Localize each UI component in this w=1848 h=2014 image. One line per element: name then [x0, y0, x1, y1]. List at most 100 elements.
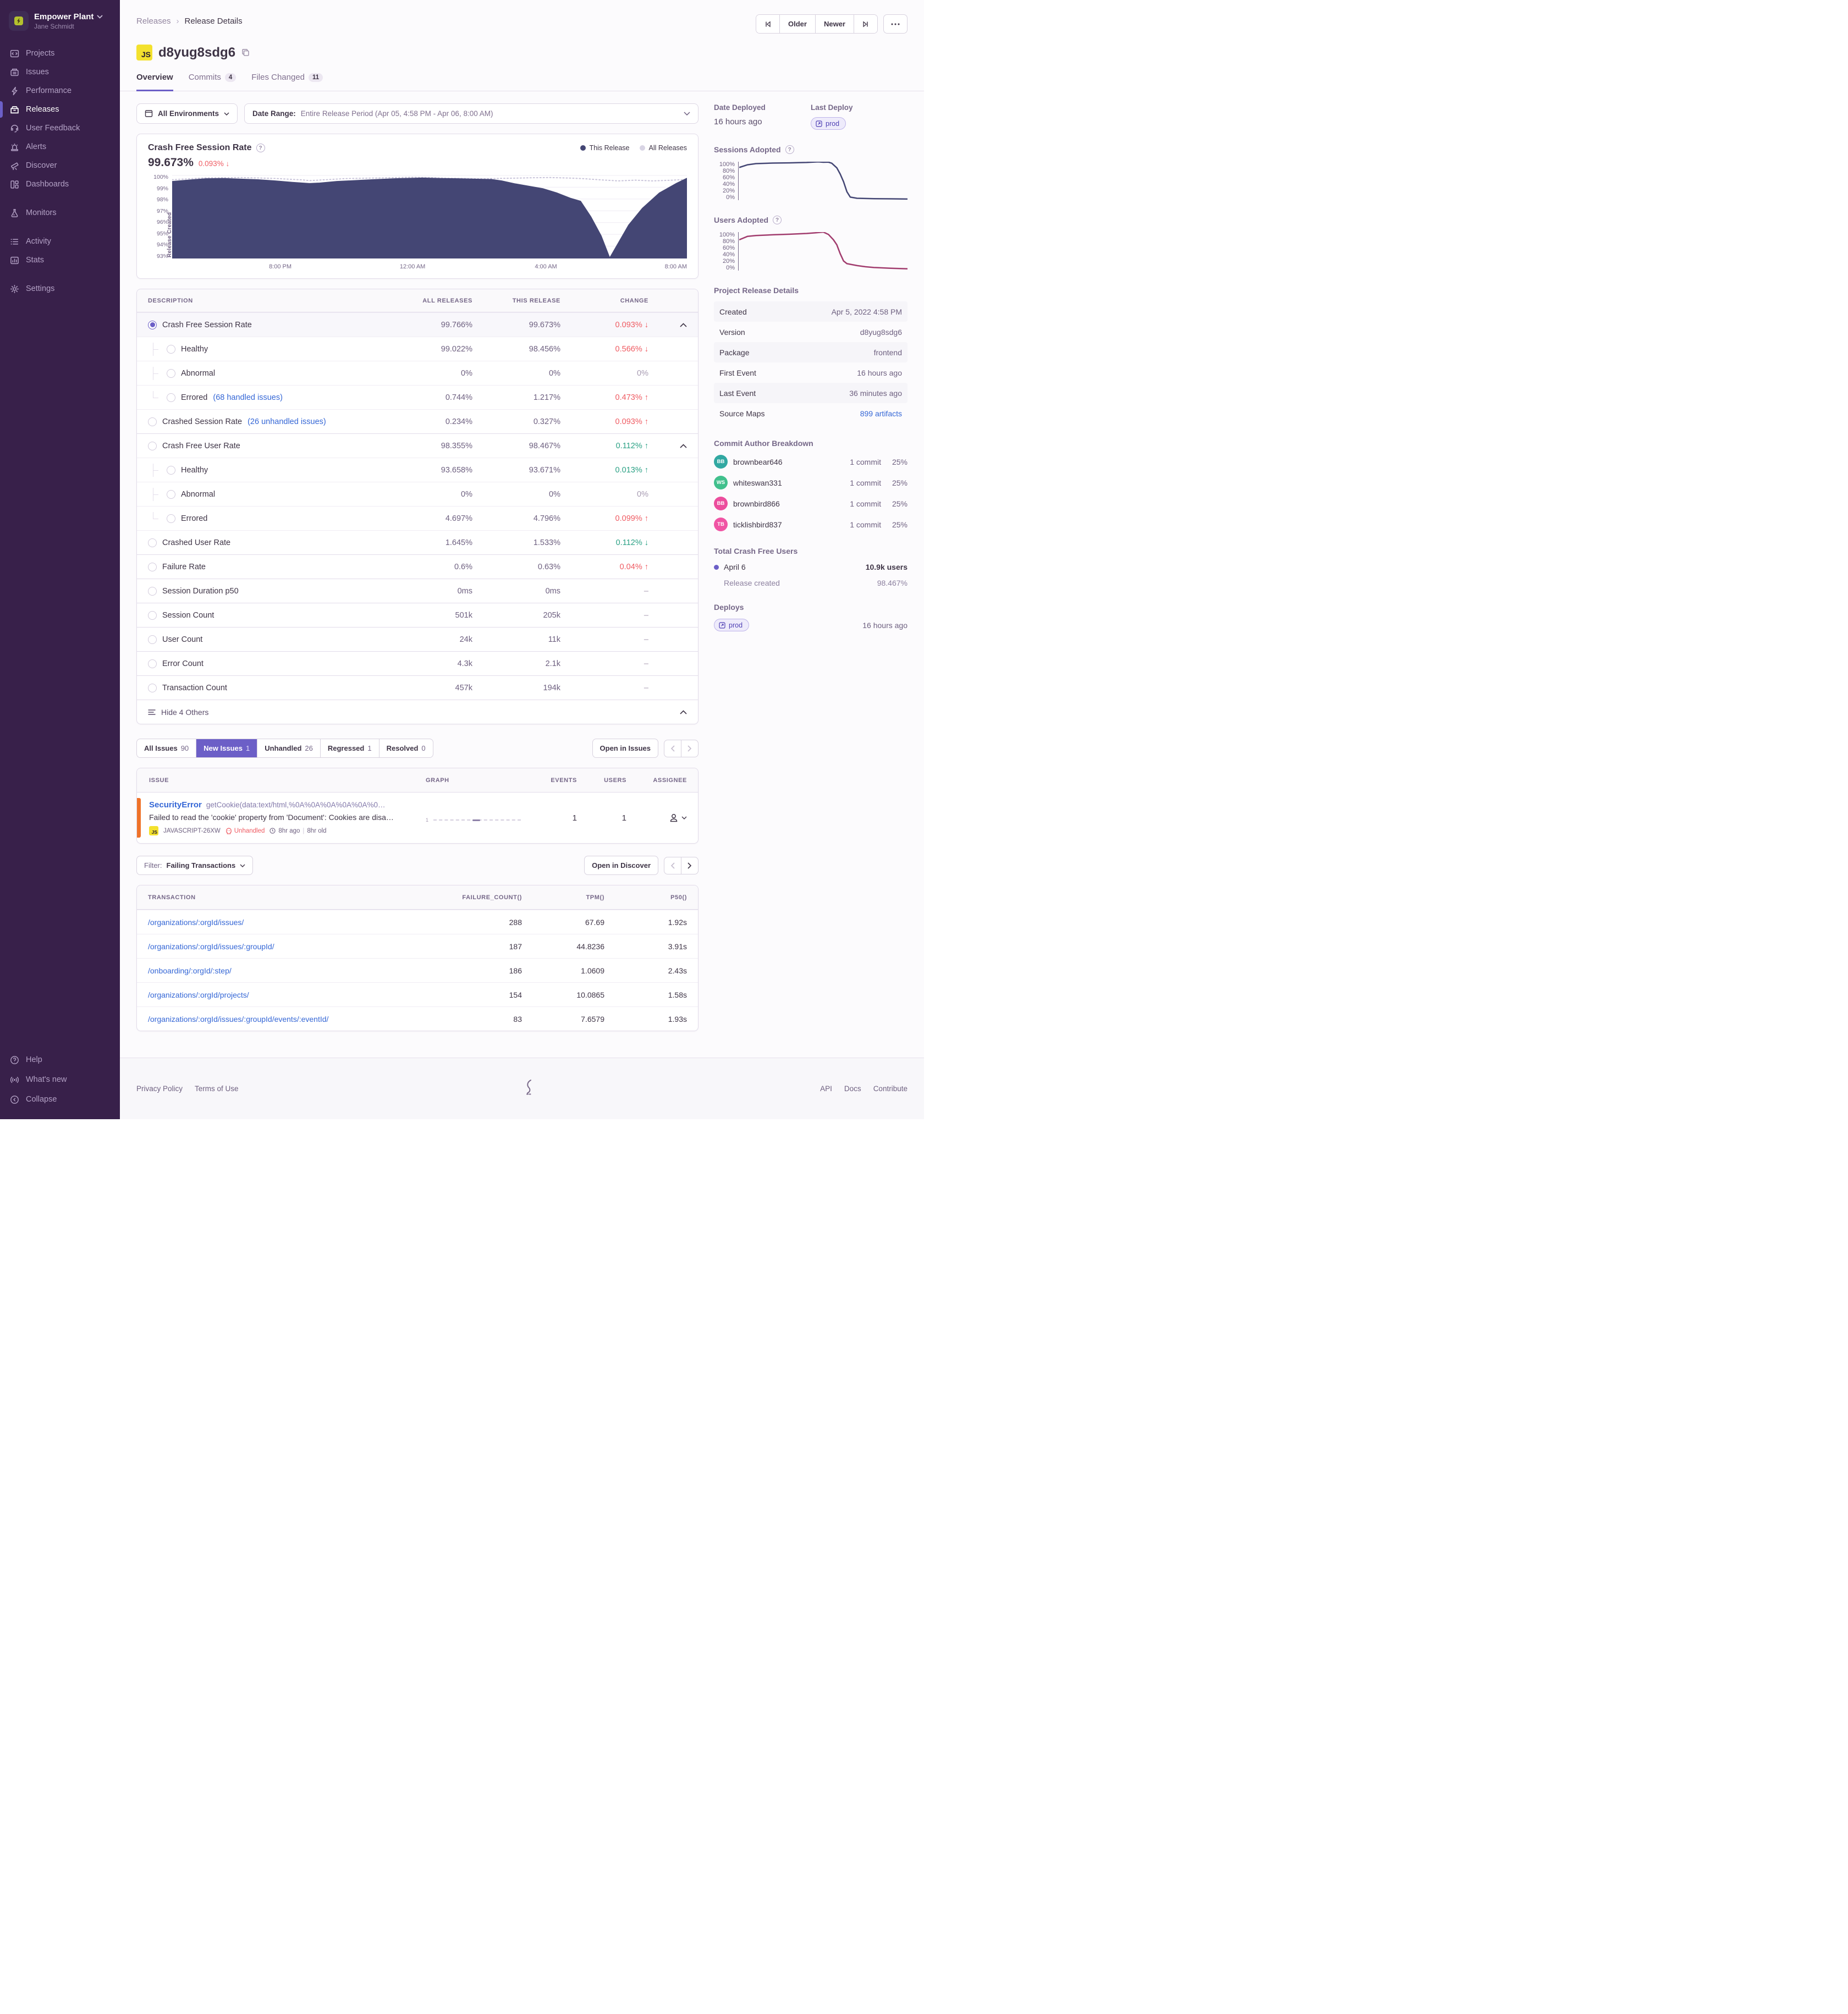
metric-radio[interactable]: [167, 514, 175, 523]
next-page-button[interactable]: [681, 857, 698, 874]
transaction-link[interactable]: /organizations/:orgId/issues/: [148, 918, 244, 927]
terms-of-use-link[interactable]: Terms of Use: [195, 1085, 239, 1093]
environment-selector[interactable]: All Environments: [136, 103, 238, 124]
metric-radio[interactable]: [148, 586, 157, 596]
sidebar-item-projects[interactable]: Projects: [0, 44, 120, 63]
transaction-link[interactable]: /organizations/:orgId/projects/: [148, 991, 249, 999]
sidebar-item-user-feedback[interactable]: User Feedback: [0, 119, 120, 137]
unhandled-issues-link[interactable]: (26 unhandled issues): [248, 417, 326, 426]
tab-commits[interactable]: Commits 4: [189, 73, 237, 91]
sidebar-item-help[interactable]: Help: [0, 1050, 120, 1070]
metric-radio[interactable]: [167, 368, 175, 378]
sidebar-item-releases[interactable]: Releases: [0, 100, 120, 119]
sidebar-item-monitors[interactable]: Monitors: [0, 203, 120, 222]
transaction-filter-selector[interactable]: Filter: Failing Transactions: [136, 856, 254, 875]
release-title-row: JS d8yug8sdg6: [120, 34, 924, 60]
tab-files-changed[interactable]: Files Changed 11: [251, 73, 323, 91]
metric-radio[interactable]: [167, 489, 175, 499]
tab-resolved[interactable]: Resolved 0: [380, 739, 433, 757]
assignee-selector[interactable]: [626, 812, 687, 823]
metric-label: Crash Free Session Rate: [162, 320, 252, 329]
metric-radio[interactable]: [148, 538, 157, 547]
oldest-release-button[interactable]: [756, 15, 780, 33]
tab-all-issues[interactable]: All Issues 90: [137, 739, 197, 757]
more-options-button[interactable]: [883, 14, 908, 34]
session-metrics-panel: DESCRIPTION ALL RELEASES THIS RELEASE CH…: [136, 289, 698, 724]
transaction-link[interactable]: /onboarding/:orgId/:step/: [148, 966, 232, 975]
author-commits: 1 commit: [850, 520, 881, 529]
metric-radio[interactable]: [148, 441, 157, 450]
prev-page-button[interactable]: [664, 857, 681, 874]
tab-count-badge: 11: [309, 73, 323, 82]
prev-page-button[interactable]: [664, 740, 681, 757]
collapse-row-button[interactable]: [680, 443, 687, 448]
open-in-issues-button[interactable]: Open in Issues: [592, 739, 658, 758]
prod-deploy-badge[interactable]: prod: [714, 619, 750, 631]
breadcrumb-separator-icon: [177, 16, 179, 26]
api-link[interactable]: API: [820, 1085, 832, 1093]
help-tooltip-icon[interactable]: ?: [256, 144, 265, 152]
copy-icon[interactable]: [241, 48, 250, 57]
issue-link[interactable]: SecurityError: [149, 800, 202, 810]
prod-deploy-badge[interactable]: prod: [811, 117, 846, 130]
metric-radio[interactable]: [148, 320, 157, 329]
sidebar-item-alerts[interactable]: Alerts: [0, 137, 120, 156]
x-tick: 8:00 PM: [269, 263, 292, 270]
sidebar-item-label: Collapse: [26, 1095, 57, 1104]
tab-unhandled[interactable]: Unhandled 26: [257, 739, 321, 757]
privacy-policy-link[interactable]: Privacy Policy: [136, 1085, 183, 1093]
table-row: Error Count 4.3k 2.1k –: [137, 651, 698, 675]
handled-issues-link[interactable]: (68 handled issues): [213, 393, 283, 402]
sidebar-item-discover[interactable]: Discover: [0, 156, 120, 175]
sidebar-item-whats-new[interactable]: What's new: [0, 1070, 120, 1089]
sidebar-item-settings[interactable]: Settings: [0, 279, 120, 298]
source-maps-link[interactable]: 899 artifacts: [860, 409, 902, 418]
sidebar-item-issues[interactable]: Issues: [0, 63, 120, 81]
help-tooltip-icon[interactable]: ?: [773, 216, 782, 224]
sidebar-collapse-button[interactable]: Collapse: [0, 1089, 120, 1109]
breadcrumb-releases[interactable]: Releases: [136, 16, 171, 26]
sidebar-item-stats[interactable]: Stats: [0, 251, 120, 269]
date-range-selector[interactable]: Date Range: Entire Release Period (Apr 0…: [244, 103, 698, 124]
sidebar-item-label: Monitors: [26, 208, 57, 217]
tab-regressed[interactable]: Regressed 1: [321, 739, 380, 757]
metric-radio[interactable]: [148, 635, 157, 644]
org-meta: Empower Plant Jane Schmidt: [34, 12, 103, 30]
author-percent: 25%: [892, 499, 908, 508]
new-issues-panel: ISSUE GRAPH EVENTS USERS ASSIGNEE Securi…: [136, 768, 698, 844]
sidebar-item-activity[interactable]: Activity: [0, 232, 120, 251]
tpm-value: 7.6579: [581, 1014, 604, 1023]
deploys-section: Deploys prod 16 hours ago: [714, 603, 908, 631]
contribute-link[interactable]: Contribute: [873, 1085, 908, 1093]
metric-radio[interactable]: [167, 344, 175, 354]
org-switcher[interactable]: Empower Plant Jane Schmidt: [0, 0, 120, 41]
transaction-link[interactable]: /organizations/:orgId/issues/:groupId/ev…: [148, 1015, 328, 1023]
hide-others-button[interactable]: Hide 4 Others: [137, 700, 698, 724]
tab-new-issues[interactable]: New Issues 1: [196, 739, 258, 757]
transactions-pager: [664, 856, 698, 874]
metric-radio[interactable]: [148, 562, 157, 571]
collapse-row-button[interactable]: [680, 322, 687, 327]
newest-release-button[interactable]: [854, 15, 877, 33]
help-tooltip-icon[interactable]: ?: [785, 145, 794, 154]
metric-radio[interactable]: [148, 417, 157, 426]
sidebar-item-dashboards[interactable]: Dashboards: [0, 175, 120, 194]
metric-radio[interactable]: [148, 683, 157, 692]
issue-meta: JS JAVASCRIPT-26XW Unhandled 8hr ago | 8…: [149, 826, 426, 835]
column-header-transaction: TRANSACTION: [148, 894, 196, 901]
column-header-assignee: ASSIGNEE: [653, 777, 687, 784]
newer-release-button[interactable]: Newer: [815, 15, 854, 33]
next-page-button[interactable]: [681, 740, 698, 757]
open-in-discover-button[interactable]: Open in Discover: [584, 856, 658, 875]
sidebar-item-performance[interactable]: Performance: [0, 81, 120, 100]
metric-radio[interactable]: [148, 659, 157, 668]
failure-count-value: 83: [513, 1014, 522, 1023]
session-rate-chart[interactable]: Release Created: [167, 175, 687, 261]
metric-radio[interactable]: [167, 393, 175, 402]
metric-radio[interactable]: [148, 610, 157, 620]
transaction-link[interactable]: /organizations/:orgId/issues/:groupId/: [148, 942, 274, 951]
tab-overview[interactable]: Overview: [136, 73, 173, 91]
older-release-button[interactable]: Older: [780, 15, 816, 33]
metric-radio[interactable]: [167, 465, 175, 475]
docs-link[interactable]: Docs: [844, 1085, 861, 1093]
